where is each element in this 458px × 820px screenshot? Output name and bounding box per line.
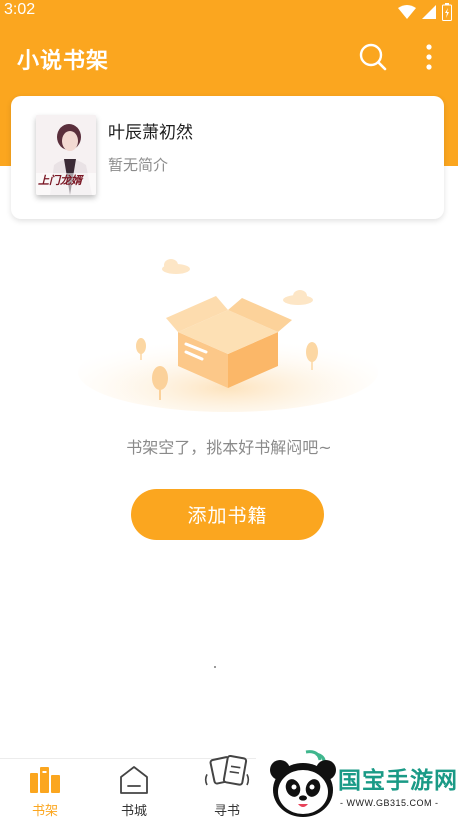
bookstore-icon xyxy=(120,766,148,794)
empty-shelf-message: 书架空了，挑本好书解闷吧~ xyxy=(126,438,332,457)
find-book-icon xyxy=(204,755,250,786)
book-cover-title: 上门龙婿 xyxy=(38,174,82,187)
book-intro: 暂无简介 xyxy=(108,156,169,174)
status-bar: 3:02 xyxy=(0,0,458,24)
nav-label-bookshelf: 书架 xyxy=(31,804,58,819)
watermark: 国宝手游网 - WWW.GB315.COM - xyxy=(256,746,458,820)
book-title[interactable]: 叶辰萧初然 xyxy=(108,118,193,143)
nav-item-bookstore[interactable]: 书城 xyxy=(89,759,179,820)
watermark-text: 国宝手游网 xyxy=(338,768,458,794)
status-icons xyxy=(398,3,452,21)
more-vertical-icon[interactable] xyxy=(417,42,441,72)
search-icon[interactable] xyxy=(358,42,388,72)
battery-icon xyxy=(442,3,452,21)
add-book-button[interactable]: 添加书籍 xyxy=(131,489,324,540)
page-title: 小说书架 xyxy=(17,48,110,74)
nav-label-bookstore: 书城 xyxy=(120,804,147,819)
panda-logo-icon xyxy=(270,750,336,817)
signal-icon xyxy=(422,5,436,19)
empty-box-illustration xyxy=(78,259,378,412)
wifi-icon xyxy=(398,5,416,19)
nav-item-bookshelf[interactable]: 书架 xyxy=(0,759,90,820)
book-card[interactable]: 上门龙婿 叶辰萧初然 暂无简介 xyxy=(11,96,444,219)
watermark-url: - WWW.GB315.COM - xyxy=(340,798,439,808)
status-time: 3:02 xyxy=(4,1,36,18)
divider-dot xyxy=(214,666,216,668)
book-cover[interactable]: 上门龙婿 xyxy=(36,115,96,195)
bookshelf-icon xyxy=(30,767,60,793)
